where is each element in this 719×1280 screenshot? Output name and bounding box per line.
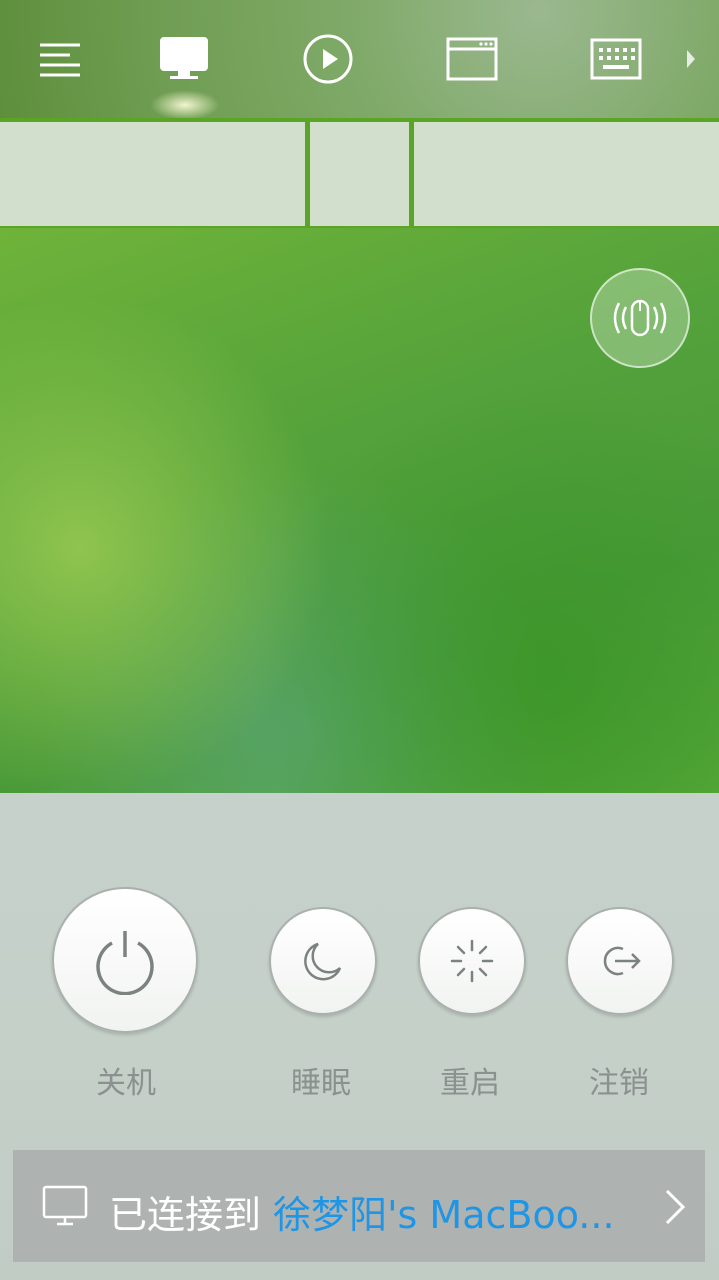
tab-window[interactable]	[442, 30, 502, 88]
tab-monitor[interactable]	[154, 30, 214, 88]
menu-button[interactable]	[30, 30, 90, 88]
gyro-mouse-button[interactable]	[590, 268, 690, 368]
restart-label: 重启	[440, 1066, 500, 1101]
connected-prefix: 已连接到	[109, 1193, 274, 1237]
monitor-icon	[160, 37, 208, 79]
connection-status-bar[interactable]: 已连接到 徐梦阳's MacBoo...	[13, 1150, 705, 1262]
menu-icon	[40, 43, 80, 77]
play-icon	[303, 34, 353, 84]
middle-click-button[interactable]	[310, 122, 409, 226]
shutdown-label: 关机	[96, 1066, 156, 1101]
sleep-button[interactable]	[269, 907, 377, 1015]
mouse-vibrate-icon	[613, 299, 667, 337]
shutdown-button[interactable]	[52, 887, 198, 1033]
left-click-button[interactable]	[0, 122, 305, 226]
spinner-icon	[450, 939, 494, 983]
connection-status-text: 已连接到 徐梦阳's MacBoo...	[109, 1184, 649, 1239]
power-icon	[96, 931, 154, 995]
toolbar-more-button[interactable]	[676, 30, 706, 88]
active-tab-glow	[150, 90, 220, 120]
mouse-buttons-row	[0, 118, 719, 228]
logout-button[interactable]	[566, 907, 674, 1015]
top-toolbar	[0, 0, 719, 122]
chevron-right-icon	[665, 1189, 686, 1225]
moon-icon	[304, 942, 342, 981]
right-click-button[interactable]	[414, 122, 719, 226]
logout-label: 注销	[589, 1066, 649, 1101]
keyboard-icon	[590, 38, 642, 80]
connected-device-name: 徐梦阳's MacBoo...	[273, 1193, 615, 1237]
tab-media[interactable]	[298, 30, 358, 88]
computer-icon	[42, 1185, 88, 1226]
logout-icon	[603, 946, 641, 976]
tab-keyboard[interactable]	[586, 30, 646, 88]
restart-button[interactable]	[418, 907, 526, 1015]
sleep-label: 睡眠	[291, 1066, 351, 1101]
window-icon	[446, 37, 498, 81]
chevron-right-icon	[687, 50, 695, 68]
